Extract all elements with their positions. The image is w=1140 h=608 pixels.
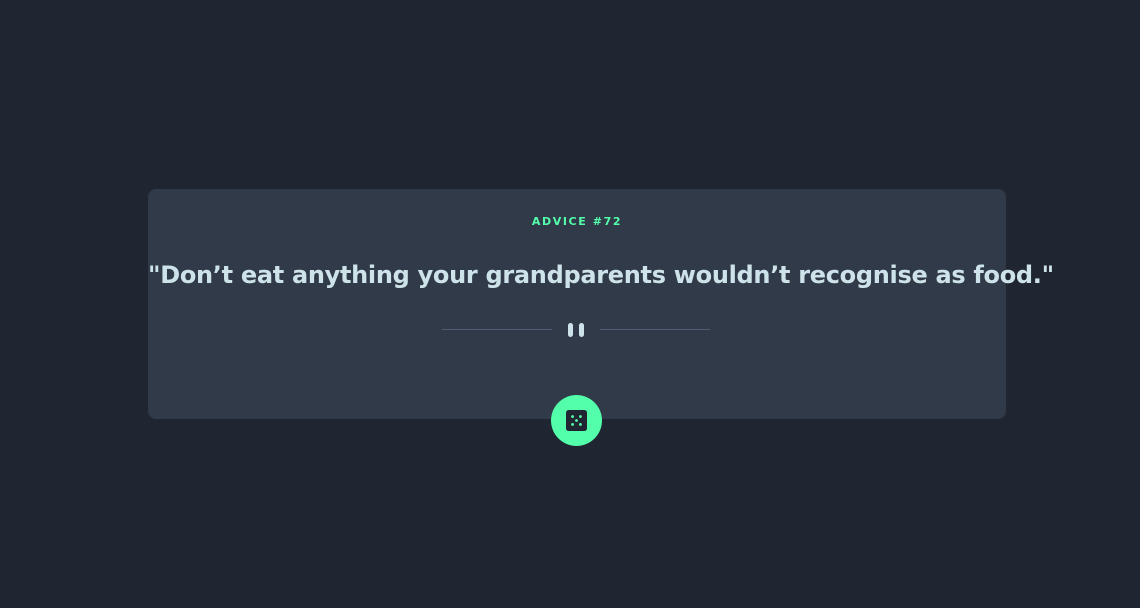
divider-line-left	[442, 329, 552, 330]
advice-card: ADVICE #72 "Don’t eat anything your gran…	[148, 189, 1054, 419]
generate-advice-button[interactable]	[551, 395, 602, 446]
pattern-divider	[442, 321, 710, 339]
page: ADVICE #72 "Don’t eat anything your gran…	[0, 0, 1140, 608]
advice-number: ADVICE #72	[531, 215, 623, 228]
divider-line-right	[600, 329, 710, 330]
pause-icon	[568, 323, 586, 337]
advice-quote: "Don’t eat anything your grandparents wo…	[148, 261, 1054, 289]
dice-icon	[566, 410, 587, 431]
